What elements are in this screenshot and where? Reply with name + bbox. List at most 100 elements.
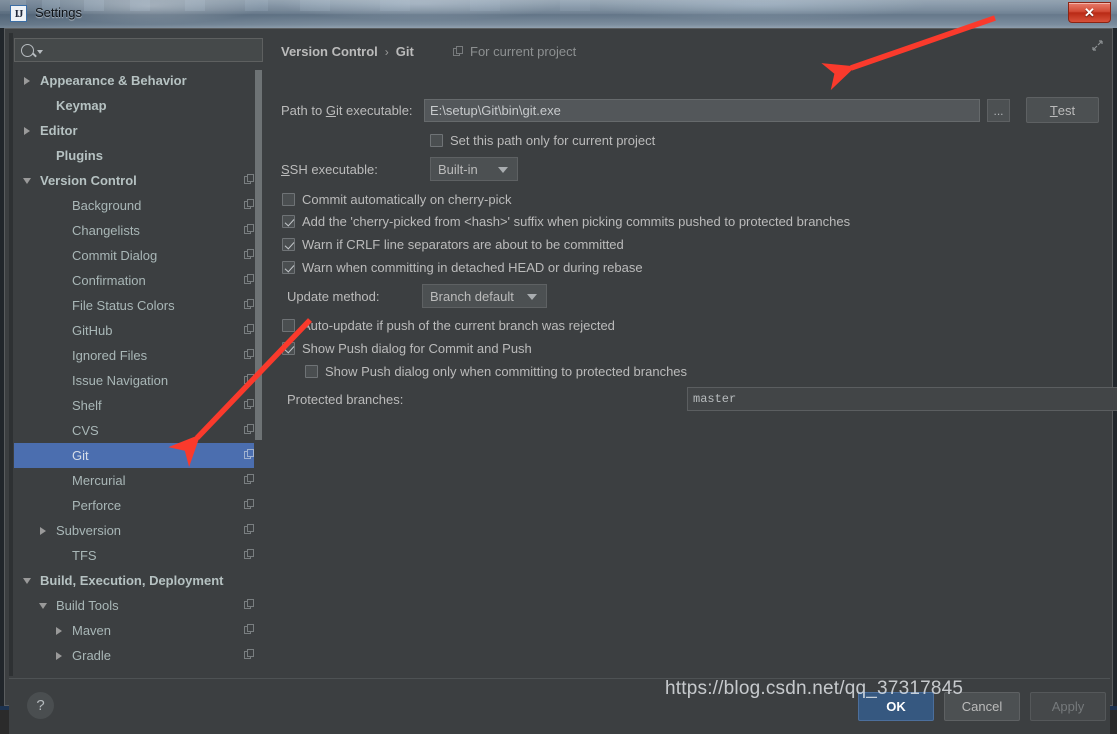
- sidebar-item-build-execution-deployment[interactable]: Build, Execution, Deployment: [14, 568, 263, 593]
- sidebar-item-version-control[interactable]: Version Control: [14, 168, 263, 193]
- sidebar-item-editor[interactable]: Editor: [14, 118, 263, 143]
- close-icon[interactable]: ✕: [1068, 2, 1111, 23]
- show-push-dialog-protected-checkbox[interactable]: [305, 365, 318, 378]
- sidebar-item-gradle[interactable]: Gradle: [14, 643, 263, 668]
- chevron-right-icon[interactable]: [22, 125, 34, 137]
- sidebar-item-appearance-behavior[interactable]: Appearance & Behavior: [14, 68, 263, 93]
- sidebar-item-issue-navigation[interactable]: Issue Navigation: [14, 368, 263, 393]
- show-push-dialog-row[interactable]: Show Push dialog for Commit and Push: [282, 341, 532, 356]
- update-method-select[interactable]: Branch default: [422, 284, 547, 308]
- settings-sidebar: Appearance & Behavior Keymap Editor Plugins…: [9, 33, 268, 676]
- chevron-right-icon[interactable]: [54, 625, 66, 637]
- sidebar-item-github[interactable]: GitHub: [14, 318, 263, 343]
- protected-branches-label: Protected branches:: [287, 392, 404, 407]
- add-cherry-picked-suffix-checkbox[interactable]: [282, 215, 295, 228]
- sidebar-item-shelf[interactable]: Shelf: [14, 393, 263, 418]
- sidebar-scrollbar-thumb[interactable]: [255, 70, 262, 440]
- sidebar-item-changelists[interactable]: Changelists: [14, 218, 263, 243]
- sidebar-item-file-status-colors[interactable]: File Status Colors: [14, 293, 263, 318]
- sidebar-item-plugins[interactable]: Plugins: [14, 143, 263, 168]
- ssh-executable-select[interactable]: Built-in: [430, 157, 518, 181]
- sidebar-item-subversion[interactable]: Subversion: [14, 518, 263, 543]
- sidebar-item-label: Keymap: [56, 98, 107, 113]
- breadcrumb-separator: ›: [384, 44, 389, 59]
- sidebar-item-mercurial[interactable]: Mercurial: [14, 468, 263, 493]
- sidebar-item-cvs[interactable]: CVS: [14, 418, 263, 443]
- sidebar-item-tfs[interactable]: TFS: [14, 543, 263, 568]
- sidebar-item-git[interactable]: Git: [14, 443, 263, 468]
- git-executable-path-input[interactable]: [424, 99, 980, 122]
- sidebar-item-keymap[interactable]: Keymap: [14, 93, 263, 118]
- sidebar-item-commit-dialog[interactable]: Commit Dialog: [14, 243, 263, 268]
- intellij-idea-icon: IJ: [10, 5, 27, 22]
- settings-window: IJ Settings ✕ Appearance & Behavior Keyma…: [0, 0, 1117, 734]
- chevron-down-icon[interactable]: [22, 575, 34, 587]
- settings-tree: Appearance & Behavior Keymap Editor Plugins…: [14, 68, 263, 673]
- sidebar-item-background[interactable]: Background: [14, 193, 263, 218]
- cancel-button[interactable]: Cancel: [944, 692, 1020, 721]
- auto-update-push-rejected-row[interactable]: Auto-update if push of the current branc…: [282, 318, 615, 333]
- help-button[interactable]: ?: [27, 692, 54, 719]
- chevron-down-icon[interactable]: [37, 50, 43, 54]
- chevron-down-icon[interactable]: [38, 600, 50, 612]
- sidebar-item-label: Editor: [40, 123, 78, 138]
- search-box[interactable]: [14, 38, 263, 62]
- show-push-dialog-protected-row[interactable]: Show Push dialog only when committing to…: [305, 364, 687, 379]
- protected-branches-input[interactable]: [687, 387, 1117, 411]
- sidebar-item-ignored-files[interactable]: Ignored Files: [14, 343, 263, 368]
- show-push-dialog-checkbox[interactable]: [282, 342, 295, 355]
- ok-button[interactable]: OK: [858, 692, 934, 721]
- warn-crlf-label: Warn if CRLF line separators are about t…: [302, 237, 624, 252]
- dialog-footer: ? OK Cancel Apply: [9, 678, 1110, 734]
- sidebar-item-build-tools[interactable]: Build Tools: [14, 593, 263, 618]
- add-cherry-picked-suffix-row[interactable]: Add the 'cherry-picked from <hash>' suff…: [282, 214, 850, 229]
- update-method-label: Update method:: [287, 289, 380, 304]
- warn-detached-head-checkbox[interactable]: [282, 261, 295, 274]
- chevron-right-icon[interactable]: [38, 525, 50, 537]
- search-icon: [21, 43, 34, 57]
- auto-update-push-rejected-checkbox[interactable]: [282, 319, 295, 332]
- chevron-right-icon[interactable]: [22, 75, 34, 87]
- sidebar-item-label: Build, Execution, Deployment: [40, 573, 224, 588]
- warn-detached-head-row[interactable]: Warn when committing in detached HEAD or…: [282, 260, 643, 275]
- sidebar-item-label: Perforce: [72, 498, 122, 513]
- set-path-only-checkbox-row[interactable]: Set this path only for current project: [430, 133, 655, 148]
- sidebar-item-label: Changelists: [72, 223, 140, 238]
- browse-button[interactable]: ...: [987, 99, 1010, 122]
- warn-crlf-row[interactable]: Warn if CRLF line separators are about t…: [282, 237, 624, 252]
- breadcrumb-root[interactable]: Version Control: [281, 44, 378, 59]
- search-input[interactable]: [48, 39, 262, 61]
- commit-auto-cherry-pick-checkbox[interactable]: [282, 193, 295, 206]
- show-push-dialog-protected-label: Show Push dialog only when committing to…: [325, 364, 688, 379]
- sidebar-item-maven[interactable]: Maven: [14, 618, 263, 643]
- sidebar-item-label: Git: [72, 448, 89, 463]
- chevron-down-icon: [498, 167, 508, 173]
- update-method-value: Branch default: [430, 288, 514, 304]
- sidebar-item-confirmation[interactable]: Confirmation: [14, 268, 263, 293]
- sidebar-item-label: Plugins: [56, 148, 103, 163]
- titlebar-reflection: [0, 0, 1117, 11]
- apply-button[interactable]: Apply: [1030, 692, 1106, 721]
- commit-auto-cherry-pick-row[interactable]: Commit automatically on cherry-pick: [282, 192, 512, 207]
- test-button[interactable]: Test: [1026, 97, 1099, 123]
- warn-detached-head-label: Warn when committing in detached HEAD or…: [302, 260, 643, 275]
- chevron-down-icon[interactable]: [22, 175, 34, 187]
- warn-crlf-checkbox[interactable]: [282, 238, 295, 251]
- set-path-only-checkbox[interactable]: [430, 134, 443, 147]
- title-bar[interactable]: IJ Settings ✕: [0, 0, 1117, 28]
- sidebar-scrollbar-track[interactable]: [254, 68, 263, 673]
- expand-icon[interactable]: [1092, 40, 1103, 51]
- sidebar-item-label: Mercurial: [72, 473, 126, 488]
- sidebar-item-label: GitHub: [72, 323, 113, 338]
- sidebar-item-label: Subversion: [56, 523, 122, 538]
- sidebar-item-perforce[interactable]: Perforce: [14, 493, 263, 518]
- chevron-right-icon[interactable]: [54, 650, 66, 662]
